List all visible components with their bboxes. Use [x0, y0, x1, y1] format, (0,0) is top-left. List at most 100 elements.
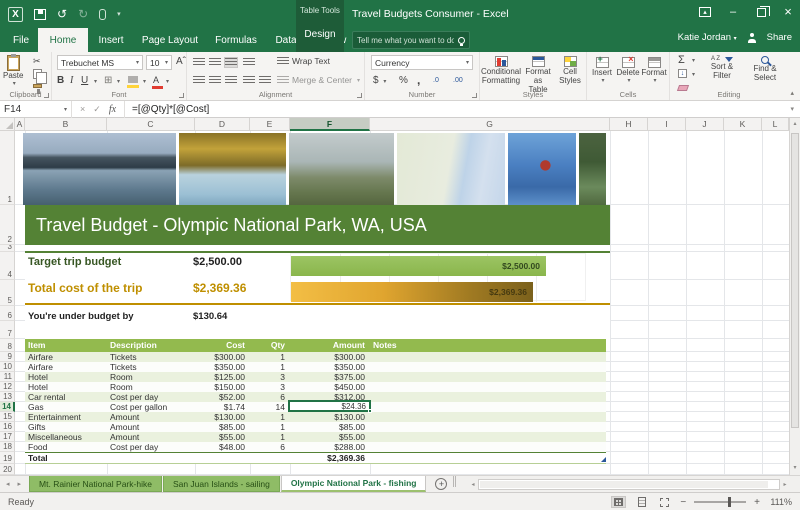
cell-desc[interactable]: Tickets: [107, 352, 195, 362]
tell-me-search[interactable]: Tell me what you want to do...: [352, 31, 470, 49]
cell-item[interactable]: Hotel: [25, 382, 107, 392]
bold-button[interactable]: B: [57, 75, 64, 86]
cell-item[interactable]: Hotel: [25, 372, 107, 382]
table-header-notes[interactable]: Notes: [370, 339, 606, 352]
bottom-align-icon[interactable]: [225, 58, 237, 67]
column-header-J[interactable]: J: [686, 118, 724, 131]
decrease-decimal-icon[interactable]: .00: [453, 77, 463, 84]
cell-notes[interactable]: [370, 432, 606, 442]
row-header-6[interactable]: 6: [0, 306, 15, 321]
table-header-qty[interactable]: Qty: [250, 339, 290, 352]
table-row[interactable]: HotelRoom$125.003$375.00: [25, 372, 606, 382]
column-header-C[interactable]: C: [107, 118, 195, 131]
underline-dropdown[interactable]: ▾: [94, 78, 97, 85]
cell-amount[interactable]: $300.00: [290, 352, 370, 362]
ribbon-display-options-icon[interactable]: ▴: [699, 7, 711, 17]
column-header-K[interactable]: K: [724, 118, 762, 131]
borders-dropdown[interactable]: ▾: [117, 78, 120, 85]
column-header-G[interactable]: G: [370, 118, 610, 131]
cell-notes[interactable]: [370, 442, 606, 452]
vertical-scroll-thumb[interactable]: [791, 133, 799, 428]
wrap-text-button[interactable]: Wrap Text: [277, 56, 330, 66]
sheet-tab-2[interactable]: San Juan Islands - sailing: [163, 476, 280, 492]
font-dialog-launcher[interactable]: [179, 93, 184, 98]
cell-desc[interactable]: Cost per day: [107, 392, 195, 402]
row-header-2[interactable]: 2: [0, 205, 15, 245]
format-cells-button[interactable]: Format▾: [641, 57, 667, 86]
cell-amount[interactable]: $130.00: [290, 412, 370, 422]
selected-cell-F14[interactable]: $24.36: [288, 400, 371, 412]
cut-icon[interactable]: ✂: [33, 56, 41, 67]
cell-desc[interactable]: Cost per gallon: [107, 402, 195, 412]
top-align-icon[interactable]: [193, 58, 205, 67]
cell-amount[interactable]: $288.00: [290, 442, 370, 452]
undo-icon[interactable]: ↺: [57, 8, 67, 20]
fill-color-dropdown[interactable]: ▾: [143, 78, 146, 85]
cell-cost[interactable]: $1.74: [195, 402, 250, 412]
grow-font-icon[interactable]: Aˆ: [176, 56, 186, 67]
table-header-description[interactable]: Description: [107, 339, 195, 352]
row-header-8[interactable]: 8: [0, 339, 15, 352]
row-header-1[interactable]: 1: [0, 131, 15, 205]
table-header-item[interactable]: Item: [25, 339, 107, 352]
cell-qty[interactable]: 14: [250, 402, 290, 412]
column-header-F[interactable]: F: [290, 118, 370, 131]
row-header-15[interactable]: 15: [0, 412, 15, 422]
horizontal-scroll-thumb[interactable]: [480, 481, 768, 488]
align-right-icon[interactable]: [225, 76, 237, 85]
tab-insert[interactable]: Insert: [88, 28, 134, 52]
cell-item[interactable]: Car rental: [25, 392, 107, 402]
number-format-select[interactable]: Currency▾: [371, 55, 473, 70]
cell-desc[interactable]: Room: [107, 382, 195, 392]
restore-button[interactable]: [757, 8, 766, 17]
cell-item[interactable]: Miscellaneous: [25, 432, 107, 442]
cell-qty[interactable]: 3: [250, 382, 290, 392]
zoom-level[interactable]: 111%: [768, 497, 792, 507]
enter-icon[interactable]: ✓: [93, 104, 101, 115]
underline-button[interactable]: U: [81, 75, 88, 86]
row-header-16[interactable]: 16: [0, 422, 15, 432]
decrease-indent-icon[interactable]: [243, 76, 255, 85]
cell-amount[interactable]: $85.00: [290, 422, 370, 432]
zoom-slider[interactable]: [694, 501, 746, 503]
table-row[interactable]: AirfareTickets$350.001$350.00: [25, 362, 606, 372]
tab-home[interactable]: Home: [38, 28, 88, 52]
share-button[interactable]: Share: [767, 32, 792, 43]
font-color-icon[interactable]: A: [153, 76, 159, 85]
tab-design[interactable]: Design: [296, 29, 344, 40]
cell-notes[interactable]: [370, 392, 606, 402]
cell-qty[interactable]: 1: [250, 422, 290, 432]
sheet-nav-left-icon[interactable]: ◂: [6, 480, 10, 488]
page-layout-view-button[interactable]: [634, 496, 649, 508]
cell-notes[interactable]: [370, 422, 606, 432]
comma-style-icon[interactable]: ,: [417, 73, 420, 87]
cell-qty[interactable]: 1: [250, 362, 290, 372]
font-size-select[interactable]: 10▾: [146, 55, 172, 70]
find-select-button[interactable]: Find &Select: [746, 56, 784, 82]
row-header-17[interactable]: 17: [0, 432, 15, 442]
cell-cost[interactable]: $150.00: [195, 382, 250, 392]
font-color-dropdown[interactable]: ▾: [166, 78, 169, 85]
cell-desc[interactable]: Room: [107, 372, 195, 382]
cell-amount[interactable]: $350.00: [290, 362, 370, 372]
cancel-icon[interactable]: ×: [80, 104, 85, 114]
collapse-ribbon-icon[interactable]: ▴: [790, 89, 794, 97]
page-break-view-button[interactable]: [657, 496, 672, 508]
row-header-11[interactable]: 11: [0, 372, 15, 382]
row-header-19[interactable]: 19: [0, 452, 15, 464]
expand-formula-bar-icon[interactable]: ▾: [790, 105, 800, 113]
sheet-body[interactable]: Travel Budget - Olympic National Park, W…: [15, 131, 789, 475]
cell-item[interactable]: Entertainment: [25, 412, 107, 422]
table-row[interactable]: MiscellaneousAmount$55.001$55.00: [25, 432, 606, 442]
row-header-5[interactable]: 5: [0, 280, 15, 306]
cell-qty[interactable]: 1: [250, 412, 290, 422]
sort-filter-button[interactable]: A Z Sort &Filter: [702, 56, 742, 80]
cell-cost[interactable]: $55.00: [195, 432, 250, 442]
column-header-D[interactable]: D: [195, 118, 250, 131]
cell-qty[interactable]: 3: [250, 372, 290, 382]
scroll-left-icon[interactable]: ◂: [468, 481, 478, 488]
table-row[interactable]: GiftsAmount$85.001$85.00: [25, 422, 606, 432]
cell-item[interactable]: Airfare: [25, 352, 107, 362]
insert-cells-button[interactable]: Insert▾: [589, 57, 615, 86]
alignment-dialog-launcher[interactable]: [357, 93, 362, 98]
